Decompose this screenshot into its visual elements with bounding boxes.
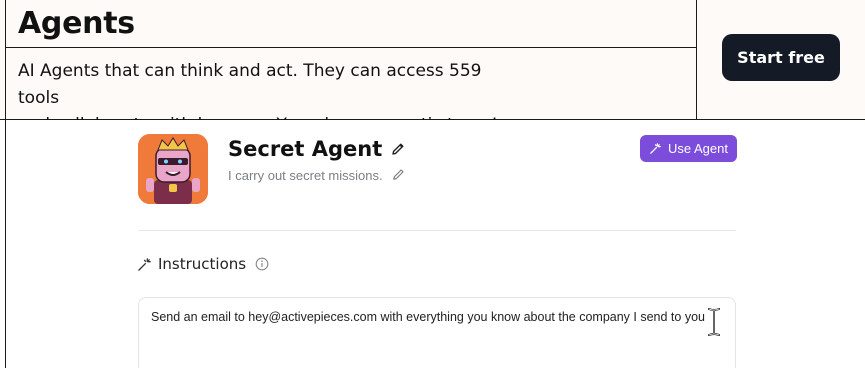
section-divider	[138, 230, 736, 231]
instructions-textarea[interactable]: Send an email to hey@activepieces.com wi…	[138, 297, 736, 368]
hero-banner: Agents AI Agents that can think and act.…	[0, 0, 865, 135]
agent-name: Secret Agent	[228, 137, 383, 161]
edit-description-pencil-icon[interactable]	[391, 167, 407, 183]
text-cursor-icon	[706, 307, 722, 337]
page-title: Agents	[18, 6, 135, 41]
instructions-header: Instructions	[137, 255, 269, 273]
title-row: Agents	[6, 0, 696, 48]
agent-name-row: Secret Agent	[228, 137, 406, 161]
hero-text-panel: Agents AI Agents that can think and act.…	[5, 0, 697, 135]
sparkle-wand-icon	[649, 142, 662, 155]
use-agent-label: Use Agent	[668, 141, 728, 156]
agent-avatar	[138, 134, 208, 204]
tagline-line-1: AI Agents that can think and act. They c…	[18, 61, 482, 108]
pencil-icon[interactable]	[390, 141, 406, 157]
start-free-button[interactable]: Start free	[722, 34, 840, 81]
use-agent-button[interactable]: Use Agent	[640, 135, 737, 162]
instructions-label: Instructions	[158, 255, 247, 273]
agent-description: I carry out secret missions.	[228, 167, 383, 183]
instructions-text: Send an email to hey@activepieces.com wi…	[151, 310, 705, 324]
info-icon[interactable]	[255, 257, 269, 271]
robot-agent-avatar-icon	[138, 134, 208, 204]
magic-wand-icon	[137, 257, 152, 272]
agent-description-row: I carry out secret missions.	[228, 167, 407, 183]
